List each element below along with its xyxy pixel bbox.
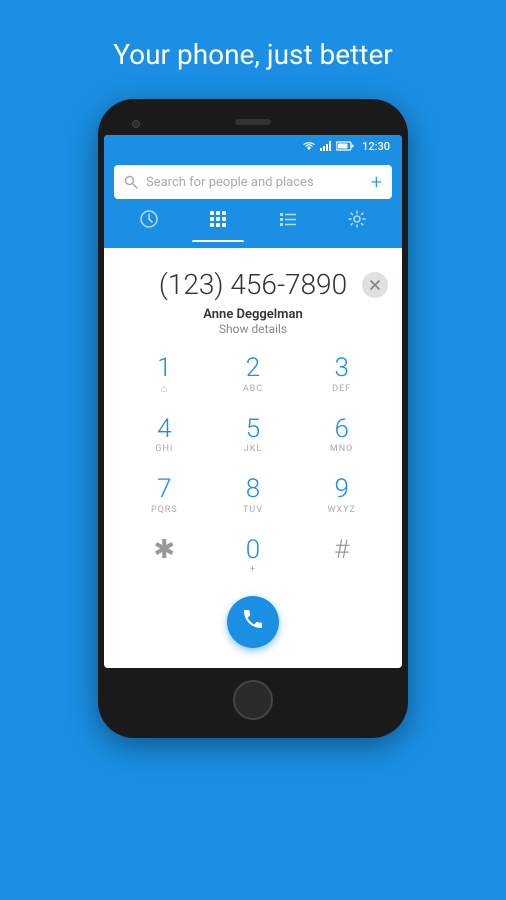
- list-icon: [278, 209, 298, 234]
- phone-screen: 12:30 Search for people and places +: [104, 135, 402, 668]
- dialer-body: (123) 456-7890 Anne Deggelman Show detai…: [104, 248, 402, 668]
- tab-settings[interactable]: [331, 205, 383, 242]
- key-1[interactable]: 1 ⌂: [120, 344, 209, 405]
- key-0[interactable]: 0 +: [209, 526, 298, 587]
- search-plus-button[interactable]: +: [371, 172, 382, 192]
- wifi-icon: [302, 141, 316, 151]
- page-title: Your phone, just better: [113, 38, 393, 71]
- search-bar[interactable]: Search for people and places +: [114, 165, 392, 199]
- battery-icon: [336, 141, 354, 151]
- key-7[interactable]: 7 PQRS: [120, 465, 209, 526]
- dialed-number: (123) 456-7890: [122, 268, 384, 301]
- home-button[interactable]: [233, 680, 273, 720]
- number-display: (123) 456-7890: [114, 258, 392, 303]
- dialpad-icon: [208, 209, 228, 234]
- tab-bar: [114, 199, 392, 242]
- call-button-wrap: [114, 586, 392, 654]
- key-5[interactable]: 5 JKL: [209, 405, 298, 466]
- key-3[interactable]: 3 DEF: [297, 344, 386, 405]
- signal-icon: [320, 141, 332, 151]
- status-time: 12:30: [362, 140, 390, 153]
- tab-contacts[interactable]: [262, 205, 314, 242]
- phone-camera: [132, 120, 140, 128]
- search-placeholder: Search for people and places: [146, 175, 363, 190]
- clock-icon: [139, 209, 159, 234]
- delete-button[interactable]: [362, 272, 388, 298]
- key-8[interactable]: 8 TUV: [209, 465, 298, 526]
- key-9[interactable]: 9 WXYZ: [297, 465, 386, 526]
- gear-icon: [347, 209, 367, 234]
- key-2[interactable]: 2 ABC: [209, 344, 298, 405]
- key-hash[interactable]: #: [297, 526, 386, 587]
- phone-device: 12:30 Search for people and places +: [98, 99, 408, 738]
- show-details-button[interactable]: Show details: [114, 322, 392, 336]
- phone-bottom-bar: [104, 668, 402, 724]
- dialer-header: Search for people and places +: [104, 157, 402, 248]
- call-button[interactable]: [227, 596, 279, 648]
- phone-icon: [241, 607, 265, 637]
- key-6[interactable]: 6 MNO: [297, 405, 386, 466]
- status-bar: 12:30: [104, 135, 402, 157]
- contact-name: Anne Deggelman: [114, 307, 392, 322]
- keypad: 1 ⌂ 2 ABC 3 DEF 4 GHI 5 JKL: [114, 344, 392, 586]
- phone-top-bar: [104, 113, 402, 135]
- tab-recent[interactable]: [123, 205, 175, 242]
- status-icons: 12:30: [302, 140, 390, 153]
- phone-speaker: [235, 119, 271, 125]
- tab-dialpad[interactable]: [192, 205, 244, 242]
- key-star[interactable]: ✱: [120, 526, 209, 587]
- search-icon: [124, 175, 138, 189]
- key-4[interactable]: 4 GHI: [120, 405, 209, 466]
